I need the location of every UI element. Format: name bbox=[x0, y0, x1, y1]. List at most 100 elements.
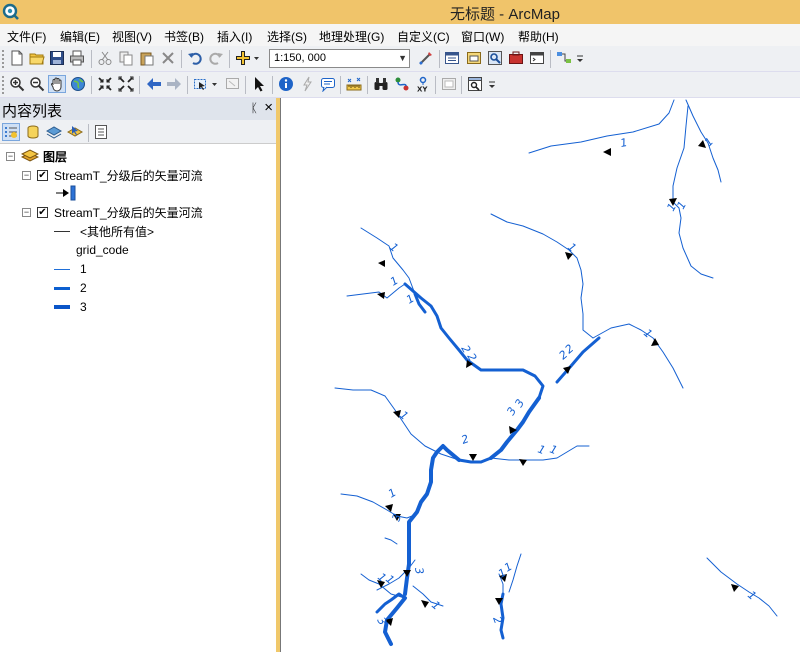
grid-code-label: 2 bbox=[460, 432, 471, 447]
toolbar-options-chevron-icon[interactable] bbox=[487, 75, 497, 93]
identify-info-icon[interactable] bbox=[277, 75, 295, 93]
legend-class-row[interactable]: 1 bbox=[54, 260, 87, 278]
stream-segment bbox=[384, 537, 398, 545]
html-popup-icon[interactable] bbox=[319, 75, 337, 93]
window-title: 无标题 - ArcMap bbox=[449, 6, 560, 23]
close-icon[interactable]: × bbox=[264, 99, 273, 116]
toolbar-options-chevron-icon[interactable] bbox=[575, 49, 585, 67]
undo-icon[interactable] bbox=[186, 49, 204, 67]
redo-icon[interactable] bbox=[207, 49, 225, 67]
find-binoculars-icon[interactable] bbox=[372, 75, 390, 93]
go-back-arrow-icon[interactable] bbox=[145, 75, 163, 93]
list-by-drawing-order-icon[interactable] bbox=[2, 123, 20, 141]
collapse-icon[interactable]: − bbox=[22, 207, 31, 217]
table-of-contents-window-icon[interactable] bbox=[443, 49, 461, 67]
stream-segment bbox=[457, 456, 493, 464]
grid-code-label: 3 bbox=[504, 405, 519, 418]
arctoolbox-icon[interactable] bbox=[507, 49, 525, 67]
menu-selection[interactable]: 选择(S) bbox=[267, 28, 307, 45]
layer-visibility-checkbox[interactable]: ✔ bbox=[37, 206, 48, 218]
collapse-icon[interactable]: − bbox=[6, 151, 15, 161]
menu-view[interactable]: 视图(V) bbox=[112, 28, 152, 45]
grid-code-label: 1 bbox=[388, 274, 401, 289]
go-to-xy-icon[interactable]: XY bbox=[414, 75, 432, 93]
flow-arrow bbox=[731, 584, 739, 592]
map-display[interactable]: 1 1 1 1 1 1 1 1 1 1 1 1 1 1 1 1 1 1 1 2 … bbox=[280, 98, 800, 652]
add-data-icon[interactable] bbox=[234, 49, 262, 67]
editor-toolbar-icon[interactable] bbox=[417, 49, 435, 67]
menu-bookmarks[interactable]: 书签(B) bbox=[164, 28, 204, 45]
select-features-icon[interactable] bbox=[192, 75, 220, 93]
toolbar-separator bbox=[139, 76, 140, 94]
python-window-icon[interactable] bbox=[528, 49, 546, 67]
save-icon[interactable] bbox=[48, 49, 66, 67]
time-slider-icon[interactable] bbox=[440, 75, 458, 93]
grid-code-label: 1 bbox=[641, 326, 655, 340]
print-icon[interactable] bbox=[68, 49, 86, 67]
go-forward-arrow-icon[interactable] bbox=[165, 75, 183, 93]
toolbar-grip[interactable] bbox=[2, 50, 5, 68]
menu-geoprocessing[interactable]: 地理处理(G) bbox=[319, 28, 384, 45]
toolbar-grip[interactable] bbox=[2, 76, 5, 94]
pan-hand-icon[interactable] bbox=[48, 75, 66, 93]
fixed-zoom-out-icon[interactable] bbox=[117, 75, 135, 93]
clear-selection-icon[interactable] bbox=[224, 75, 242, 93]
field-header-row: grid_code bbox=[76, 241, 129, 259]
open-folder-icon[interactable] bbox=[28, 49, 46, 67]
toc-options-icon[interactable] bbox=[92, 123, 110, 141]
paste-icon[interactable] bbox=[138, 49, 156, 67]
create-viewer-window-icon[interactable] bbox=[466, 75, 484, 93]
stream-network-map[interactable]: 1 1 1 1 1 1 1 1 1 1 1 1 1 1 1 1 1 1 1 2 … bbox=[281, 98, 800, 652]
grid-code-label: 3 bbox=[390, 512, 405, 523]
new-document-icon[interactable] bbox=[8, 49, 26, 67]
flow-arrow bbox=[651, 338, 659, 346]
legend-class-row[interactable]: 2 bbox=[54, 279, 87, 297]
select-elements-arrow-icon[interactable] bbox=[250, 75, 268, 93]
full-extent-globe-icon[interactable] bbox=[69, 75, 87, 93]
catalog-window-icon[interactable] bbox=[465, 49, 483, 67]
legend-line-swatch bbox=[54, 286, 70, 290]
map-scale-combobox[interactable]: 1:150, 000 ▼ bbox=[269, 49, 410, 68]
fixed-zoom-in-icon[interactable] bbox=[96, 75, 114, 93]
list-by-visibility-icon[interactable] bbox=[45, 123, 63, 141]
menu-customize[interactable]: 自定义(C) bbox=[397, 28, 450, 45]
search-window-icon[interactable] bbox=[486, 49, 504, 67]
toc-toolbar bbox=[0, 120, 276, 144]
layers-root-row[interactable]: − 图层 bbox=[6, 147, 67, 165]
chevron-down-icon[interactable]: ▼ bbox=[398, 53, 407, 63]
list-by-source-icon[interactable] bbox=[24, 123, 42, 141]
menu-window[interactable]: 窗口(W) bbox=[461, 28, 504, 45]
pin-icon[interactable]: ᛕ bbox=[251, 101, 258, 115]
copy-icon[interactable] bbox=[117, 49, 135, 67]
legend-class-row[interactable]: 3 bbox=[54, 298, 87, 316]
layer-row-2[interactable]: − ✔ StreamT_分级后的矢量河流 bbox=[22, 203, 203, 221]
menu-help[interactable]: 帮助(H) bbox=[518, 28, 559, 45]
layer-row-1[interactable]: − ✔ StreamT_分级后的矢量河流 bbox=[22, 166, 203, 184]
zoom-out-icon[interactable] bbox=[28, 75, 46, 93]
standard-toolbar: 1:150, 000 ▼ bbox=[0, 46, 800, 72]
hyperlink-bolt-icon[interactable] bbox=[298, 75, 316, 93]
layer-visibility-checkbox[interactable]: ✔ bbox=[37, 169, 48, 181]
measure-ruler-icon[interactable] bbox=[345, 75, 363, 93]
list-by-selection-icon[interactable] bbox=[66, 123, 84, 141]
find-route-icon[interactable] bbox=[393, 75, 411, 93]
toolbar-separator bbox=[91, 50, 92, 68]
modelbuilder-icon[interactable] bbox=[555, 49, 573, 67]
arrow-line-symbol-icon bbox=[56, 185, 76, 201]
toc-title: 内容列表 bbox=[2, 103, 63, 120]
toolbar-separator bbox=[340, 76, 341, 94]
grid-code-label: 1 bbox=[386, 486, 399, 501]
flow-arrow bbox=[421, 600, 429, 608]
other-values-label: <其他所有值> bbox=[80, 224, 155, 239]
menu-file[interactable]: 文件(F) bbox=[7, 28, 46, 45]
legend-class-label: 1 bbox=[80, 262, 87, 276]
collapse-icon[interactable]: − bbox=[22, 170, 31, 180]
menu-insert[interactable]: 插入(I) bbox=[217, 28, 252, 45]
grid-code-label: 1 bbox=[619, 136, 628, 150]
delete-icon[interactable] bbox=[159, 49, 177, 67]
cut-icon[interactable] bbox=[96, 49, 114, 67]
layer-symbol-row[interactable] bbox=[54, 184, 78, 202]
menu-edit[interactable]: 编辑(E) bbox=[60, 28, 100, 45]
other-values-row[interactable]: <其他所有值> bbox=[54, 222, 154, 240]
zoom-in-icon[interactable] bbox=[8, 75, 26, 93]
